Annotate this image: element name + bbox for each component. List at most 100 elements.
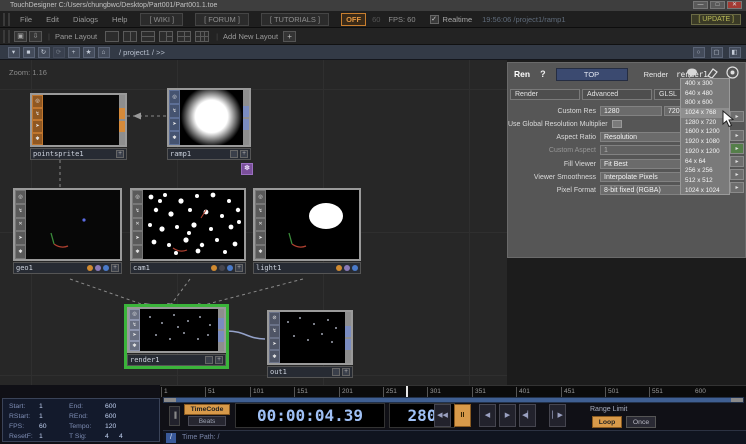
- lightning-icon[interactable]: ↯: [130, 321, 139, 330]
- minimize-button[interactable]: —: [693, 1, 708, 9]
- loop-button[interactable]: Loop: [592, 416, 622, 428]
- wiki-button[interactable]: [ WIKI ]: [140, 13, 183, 26]
- grip-icon[interactable]: [3, 30, 10, 43]
- comment-icon[interactable]: [686, 68, 698, 78]
- monitor-icon[interactable]: ▣: [14, 31, 27, 42]
- update-button[interactable]: [ UPDATE ]: [691, 14, 741, 25]
- node-expand-button[interactable]: +: [116, 150, 124, 158]
- menu-file[interactable]: File: [13, 15, 39, 24]
- node-ramp1[interactable]: ◎ ↯ ➤ ✱ ramp1 + ✽: [167, 88, 251, 160]
- add-layout-button[interactable]: +: [283, 31, 296, 42]
- popout-handle[interactable]: ▐: [169, 406, 180, 426]
- menu-edit[interactable]: Edit: [39, 15, 66, 24]
- realtime-checkbox[interactable]: ✓: [430, 15, 439, 24]
- node-expand-button[interactable]: +: [215, 356, 223, 364]
- chevron-down-icon[interactable]: ▾: [8, 47, 20, 58]
- export-flag-button[interactable]: ▸: [730, 143, 744, 154]
- tsig-value-2[interactable]: 4: [119, 433, 133, 440]
- range-handle[interactable]: [164, 398, 176, 402]
- circle-icon[interactable]: ◎: [33, 96, 42, 107]
- forum-button[interactable]: [ FORUM ]: [195, 13, 249, 26]
- fps-limit-toggle[interactable]: OFF: [341, 13, 366, 26]
- range-handle[interactable]: [731, 398, 743, 402]
- dropdown-item[interactable]: 640 x 480: [681, 89, 729, 99]
- lightning-icon[interactable]: ↯: [133, 205, 142, 217]
- plus-icon[interactable]: +: [68, 47, 80, 58]
- node-viewer[interactable]: [266, 190, 359, 259]
- hand-icon[interactable]: ✱: [16, 246, 25, 258]
- render-flag-dot[interactable]: [211, 265, 217, 271]
- menu-dialogs[interactable]: Dialogs: [66, 15, 105, 24]
- menu-arrow-button[interactable]: ▸: [730, 130, 744, 141]
- dropdown-item[interactable]: 1920 x 1080: [681, 137, 729, 147]
- timeline-settings-panel[interactable]: Start: 1 End: 600 RStart: 1 REnd: 600 FP…: [2, 398, 160, 442]
- lightning-icon[interactable]: ↯: [33, 109, 42, 120]
- star-icon[interactable]: ★: [83, 47, 95, 58]
- node-viewer[interactable]: [143, 190, 244, 259]
- render-flag-dot[interactable]: [87, 265, 93, 271]
- hand-icon[interactable]: ✱: [270, 351, 279, 362]
- node-pointsprite1[interactable]: ◎ ↯ ➤ ✱ pointsprite1 +: [30, 93, 127, 160]
- node-flag-button[interactable]: [332, 368, 340, 376]
- circle-icon[interactable]: ◎: [256, 191, 265, 203]
- refresh-icon[interactable]: ↻: [38, 47, 50, 58]
- beats-mode-button[interactable]: Beats: [188, 416, 226, 426]
- node-expand-button[interactable]: +: [111, 264, 119, 272]
- layout-preset-six[interactable]: [195, 31, 209, 42]
- layout-preset-vsplit[interactable]: [123, 31, 137, 42]
- output-connector[interactable]: [218, 318, 224, 329]
- circle-icon[interactable]: ◎: [170, 91, 179, 103]
- circle-icon[interactable]: ⊘: [270, 313, 279, 324]
- display-flag-dot[interactable]: [227, 265, 233, 271]
- dropdown-item[interactable]: 800 x 600: [681, 98, 729, 108]
- play-reverse-button[interactable]: ◀: [479, 404, 496, 427]
- step-forward-button[interactable]: ▏▶: [549, 404, 566, 427]
- dropdown-item[interactable]: 1600 x 1200: [681, 127, 729, 137]
- arrow-icon[interactable]: ➤: [170, 119, 179, 131]
- output-connector[interactable]: [119, 121, 125, 132]
- redo-icon[interactable]: ⟳: [53, 47, 65, 58]
- node-viewer[interactable]: [280, 312, 345, 363]
- render-flag-dot[interactable]: [336, 265, 342, 271]
- menu-help[interactable]: Help: [105, 15, 134, 24]
- once-button[interactable]: Once: [626, 416, 656, 428]
- grip-icon[interactable]: [3, 13, 10, 26]
- arrow-icon[interactable]: ➤: [33, 121, 42, 132]
- split-view-icon[interactable]: ◧: [729, 47, 741, 58]
- dropdown-item[interactable]: 256 x 256: [681, 166, 729, 176]
- x-icon[interactable]: ✕: [133, 219, 142, 231]
- arrow-icon[interactable]: ➤: [130, 331, 139, 340]
- node-cam1[interactable]: ◎ ↯ ✕ ➤ ✱: [130, 188, 246, 274]
- node-out1[interactable]: ⊘ ↯ ➤ ✱: [267, 310, 353, 378]
- node-flag-button[interactable]: [205, 356, 213, 364]
- toggle-icon[interactable]: [612, 120, 622, 128]
- output-connector[interactable]: [345, 326, 351, 337]
- rend-value[interactable]: 600: [105, 413, 135, 420]
- lightning-icon[interactable]: ↯: [170, 105, 179, 117]
- node-flag-button[interactable]: [230, 150, 238, 158]
- resolution-dropdown[interactable]: 400 x 300 640 x 480 800 x 600 1024 x 768…: [680, 78, 730, 195]
- family-top-button[interactable]: TOP: [556, 68, 628, 81]
- home-icon[interactable]: ⌂: [98, 47, 110, 58]
- circle-icon[interactable]: ◎: [130, 310, 139, 319]
- frame-ruler[interactable]: 1 51 101 151 201 251 301 351 401 451 501…: [160, 385, 746, 397]
- custom-res-x-field[interactable]: 1280: [600, 106, 662, 116]
- hand-icon[interactable]: ✱: [130, 342, 139, 351]
- help-icon[interactable]: ?: [540, 69, 546, 79]
- start-value[interactable]: 1: [39, 403, 69, 410]
- hand-icon[interactable]: ✱: [170, 132, 179, 144]
- arrow-icon[interactable]: ➤: [133, 232, 142, 244]
- dropdown-item[interactable]: 400 x 300: [681, 79, 729, 89]
- hand-icon[interactable]: ✱: [256, 246, 265, 258]
- tempo-value[interactable]: 120: [105, 423, 135, 430]
- lightning-icon[interactable]: ↯: [256, 205, 265, 217]
- pickable-flag-dot[interactable]: [344, 265, 350, 271]
- output-connector[interactable]: [119, 108, 125, 119]
- tab-advanced[interactable]: Advanced: [582, 89, 652, 100]
- display-flag-dot[interactable]: [103, 265, 109, 271]
- hand-icon[interactable]: ✱: [133, 246, 142, 258]
- menu-arrow-button[interactable]: ▸: [730, 156, 744, 167]
- menu-arrow-button[interactable]: ▸: [730, 169, 744, 180]
- node-expand-button[interactable]: +: [235, 264, 243, 272]
- lightning-icon[interactable]: ↯: [16, 205, 25, 217]
